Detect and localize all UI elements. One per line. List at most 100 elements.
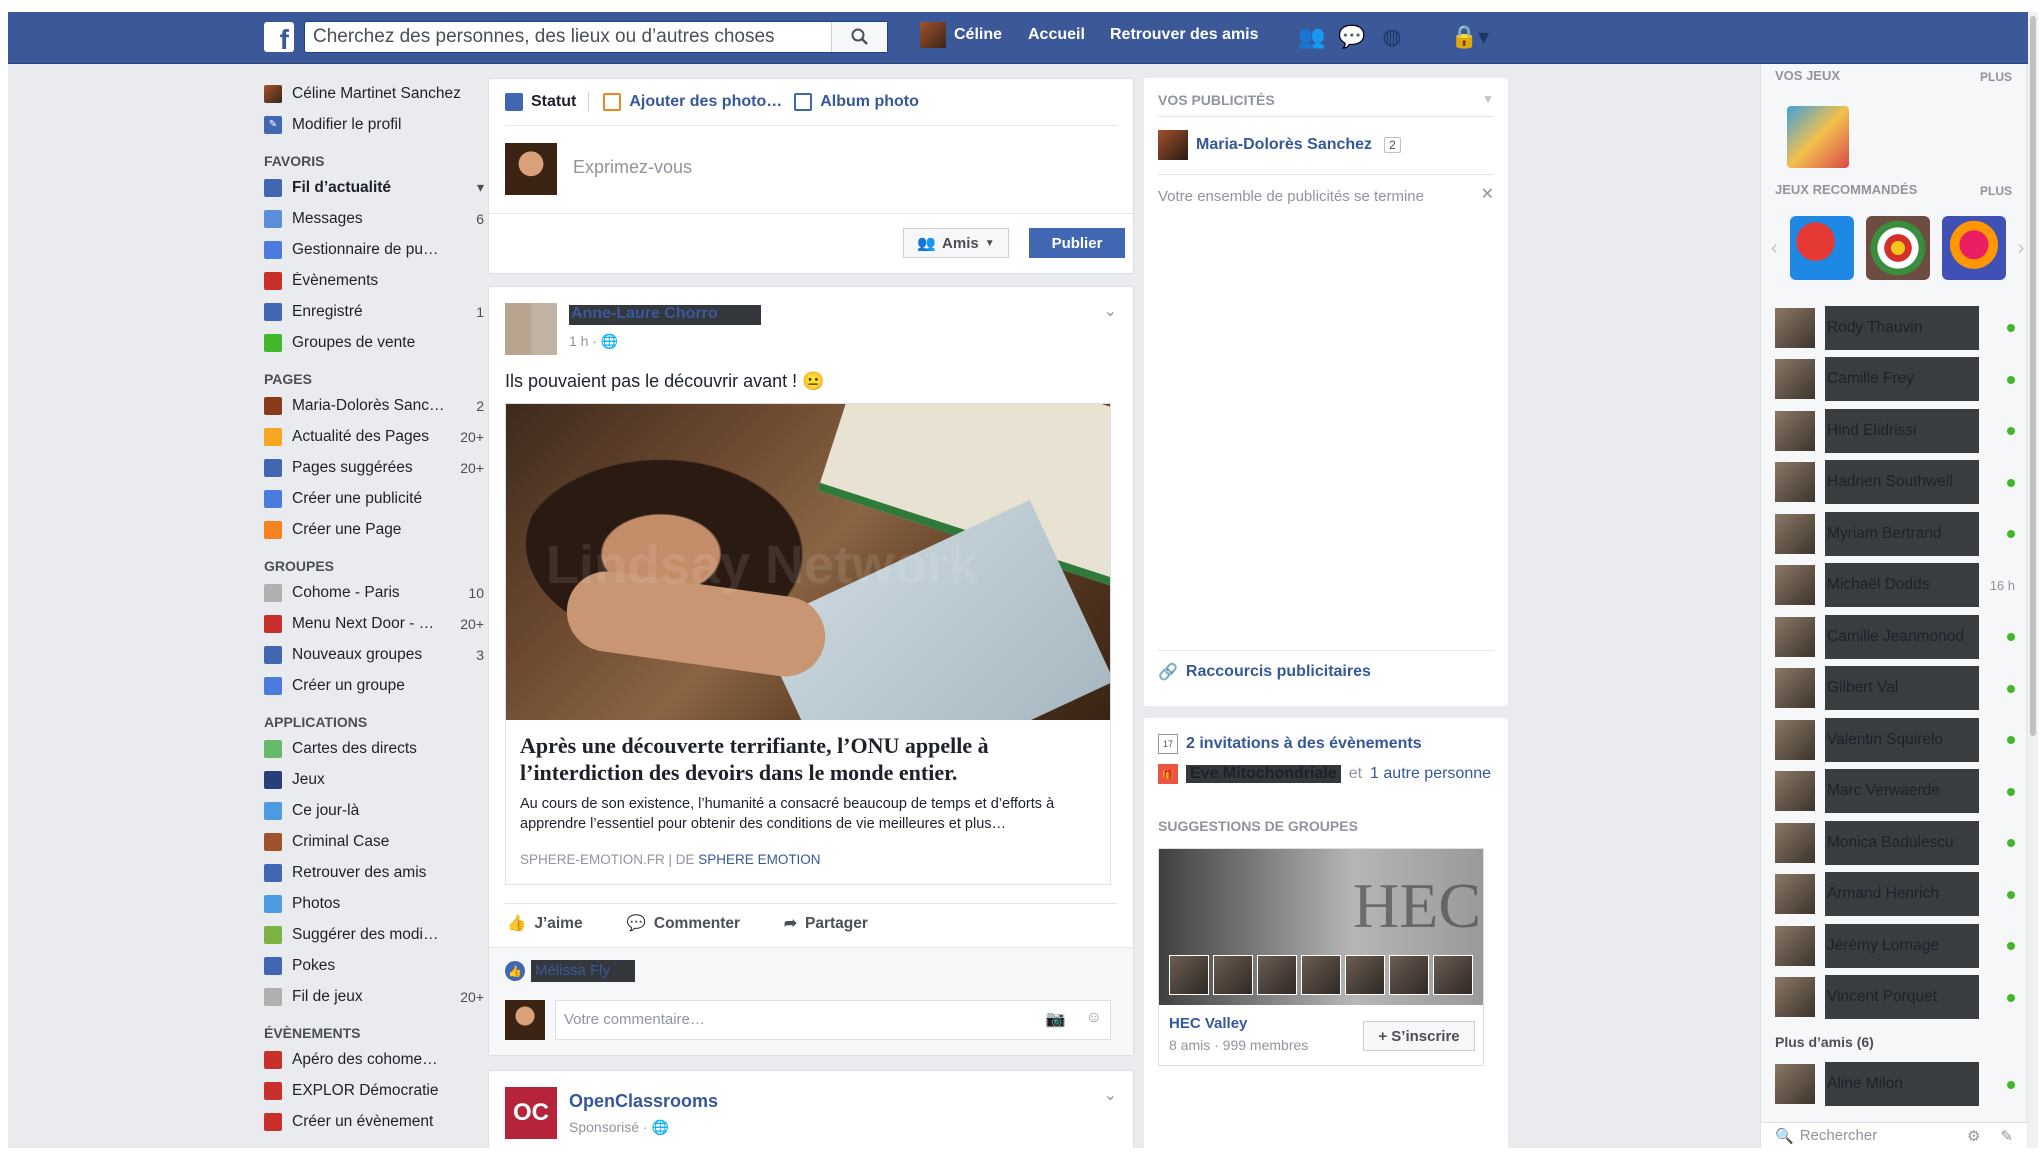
audience-selector[interactable]: 👥 Amis ▼ xyxy=(903,228,1009,258)
sidebar-item[interactable]: Créer un évènement xyxy=(264,1106,484,1137)
other-person-link[interactable]: 1 autre personne xyxy=(1370,765,1491,783)
sidebar-edit-profile[interactable]: ✎ Modifier le profil xyxy=(264,109,484,140)
compose-icon[interactable]: ✎ xyxy=(2000,1127,2013,1145)
more-friends-link[interactable]: Plus d’amis (6) xyxy=(1775,1034,1874,1050)
chat-contact[interactable]: Valentin Squirelo xyxy=(1775,714,2015,766)
sidebar-item[interactable]: Retrouver des amis xyxy=(264,857,484,888)
chat-contact[interactable]: Hind Elidrissi xyxy=(1775,405,2015,457)
sidebar-item[interactable]: Créer un groupe xyxy=(264,670,484,701)
sidebar-item[interactable]: Créer une publicité xyxy=(264,483,484,514)
ads-options-icon[interactable]: ▼ xyxy=(1482,92,1494,106)
comment-input[interactable]: Votre commentaire… 📷 ☺ xyxy=(555,1000,1111,1040)
chat-contact[interactable]: Vincent Porquet xyxy=(1775,972,2015,1024)
post-timestamp[interactable]: 1 h · 🌐 xyxy=(569,333,618,350)
nav-home-link[interactable]: Accueil xyxy=(1028,26,1085,44)
sidebar-item[interactable]: Apéro des cohome… xyxy=(264,1044,484,1075)
sponsored-author[interactable]: OpenClassrooms xyxy=(569,1091,718,1112)
chevron-down-icon[interactable]: ▾ xyxy=(477,179,484,196)
sidebar-section-heading[interactable]: ÉVÈNEMENTS xyxy=(264,1022,484,1044)
chat-contact[interactable]: Monica Badulescu xyxy=(1775,817,2015,869)
birthday-person[interactable]: Eve Mitochondriale xyxy=(1186,765,1341,783)
sidebar-item[interactable]: Pages suggérées 20+ xyxy=(264,452,484,483)
publish-button[interactable]: Publier xyxy=(1029,228,1125,258)
chat-contact[interactable]: Camille Frey xyxy=(1775,354,2015,406)
chat-contact[interactable]: Marc Verwaerde xyxy=(1775,766,2015,818)
scrollbar-thumb[interactable] xyxy=(2030,16,2036,736)
ping-pong-game-icon[interactable] xyxy=(1789,216,1854,280)
link-title[interactable]: Après une découverte terrifiante, l’ONU … xyxy=(520,732,1100,786)
sidebar-section-heading[interactable]: APPLICATIONS xyxy=(264,711,484,733)
sidebar-item[interactable]: Maria-Dolorès Sanc… 2 xyxy=(264,390,484,421)
tab-status[interactable]: Statut xyxy=(505,93,576,111)
emoji-icon[interactable]: ☺ xyxy=(1086,1009,1102,1029)
sidebar-profile[interactable]: Céline Martinet Sanchez xyxy=(264,78,484,109)
share-button[interactable]: ➦ Partager xyxy=(784,914,868,933)
gear-icon[interactable]: ⚙ xyxy=(1967,1127,1980,1145)
facebook-logo-icon[interactable]: f xyxy=(264,22,294,52)
nav-find-friends-link[interactable]: Retrouver des amis xyxy=(1110,26,1259,44)
group-name[interactable]: HEC Valley xyxy=(1169,1015,1247,1032)
sidebar-section-heading[interactable]: GROUPES xyxy=(264,555,484,577)
join-group-button[interactable]: + S’inscrire xyxy=(1363,1021,1475,1051)
chat-contact[interactable]: Myriam Bertrand xyxy=(1775,508,2015,560)
sidebar-item[interactable]: Pokes xyxy=(264,950,484,981)
chat-search[interactable]: 🔍 Rechercher ⚙ ✎ xyxy=(1761,1122,2027,1148)
comment-button[interactable]: 💬 Commenter xyxy=(627,914,740,933)
chat-contact[interactable]: Jérémy Lornage xyxy=(1775,920,2015,972)
sidebar-section-heading[interactable]: PAGES xyxy=(264,368,484,390)
composer-input[interactable]: Exprimez-vous xyxy=(573,157,692,178)
sidebar-item[interactable]: Nouveaux groupes 3 xyxy=(264,639,484,670)
post-options-chevron-icon[interactable]: ⌄ xyxy=(1104,301,1117,321)
post-author-name[interactable]: Anne-Laure Chorro xyxy=(569,305,761,325)
camera-icon[interactable]: 📷 xyxy=(1046,1009,1066,1029)
archery-game-icon[interactable] xyxy=(1865,216,1930,280)
sidebar-item[interactable]: Créer une Page xyxy=(264,514,484,545)
close-icon[interactable]: ✕ xyxy=(1481,184,1494,204)
sidebar-item[interactable]: Suggérer des modi… xyxy=(264,919,484,950)
chevron-left-icon[interactable]: ‹ xyxy=(1771,237,1778,260)
privacy-shortcuts-icon[interactable]: 🔒▾ xyxy=(1450,24,1490,50)
nav-profile-link[interactable]: Céline xyxy=(954,26,1002,44)
post-options-chevron-icon[interactable]: ⌄ xyxy=(1104,1085,1117,1105)
tab-add-photos[interactable]: Ajouter des photo… xyxy=(603,93,782,111)
chat-contact[interactable]: Aline Milon xyxy=(1775,1062,2015,1106)
event-invitations-link[interactable]: 17 2 invitations à des évènements xyxy=(1158,734,1422,754)
group-cover-image[interactable]: HEC xyxy=(1159,849,1483,1005)
sidebar-item[interactable]: EXPLOR Démocratie xyxy=(264,1075,484,1106)
tab-photo-album[interactable]: Album photo xyxy=(794,93,919,111)
search-input[interactable] xyxy=(313,25,823,49)
sidebar-item[interactable]: Ce jour-là xyxy=(264,795,484,826)
liker-name[interactable]: Mélissa Fly xyxy=(531,960,635,982)
sidebar-item[interactable]: Actualité des Pages 20+ xyxy=(264,421,484,452)
chat-contact[interactable]: Michaël Dodds 16 h xyxy=(1775,560,2015,612)
sidebar-item[interactable]: Jeux xyxy=(264,764,484,795)
sidebar-item[interactable]: Cohome - Paris 10 xyxy=(264,577,484,608)
sidebar-item[interactable]: Criminal Case xyxy=(264,826,484,857)
sidebar-item[interactable]: Gestionnaire de pu… xyxy=(264,234,484,265)
sidebar-item[interactable]: Fil de jeux 20+ xyxy=(264,981,484,1012)
page-scrollbar[interactable] xyxy=(2028,12,2038,1148)
chat-contact[interactable]: Hadrien Southwell xyxy=(1775,457,2015,509)
sidebar-item[interactable]: Enregistré 1 xyxy=(264,296,484,327)
post-author-avatar[interactable] xyxy=(505,303,557,355)
candy-game-icon[interactable] xyxy=(1941,216,2006,280)
link-publisher[interactable]: SPHERE EMOTION xyxy=(698,852,820,867)
messages-icon[interactable]: 💬 xyxy=(1338,24,1366,50)
game-icon[interactable] xyxy=(1787,106,1849,168)
sidebar-section-heading[interactable]: FAVORIS xyxy=(264,150,484,172)
chat-contact[interactable]: Camille Jeanmonod xyxy=(1775,611,2015,663)
chevron-right-icon[interactable]: › xyxy=(2018,237,2025,260)
sidebar-item[interactable]: Messages 6 xyxy=(264,203,484,234)
search-button[interactable] xyxy=(831,22,887,52)
sidebar-item[interactable]: Menu Next Door - … 20+ xyxy=(264,608,484,639)
openclassrooms-logo[interactable]: OC xyxy=(505,1087,557,1139)
games-more-link[interactable]: PLUS xyxy=(1980,70,2012,84)
shared-link-card[interactable]: Lindsay Network Après une découverte ter… xyxy=(505,403,1111,885)
like-button[interactable]: 👍 J’aime xyxy=(507,914,583,933)
sidebar-item[interactable]: Fil d’actualité ▾ xyxy=(264,172,484,203)
friend-requests-icon[interactable]: 👥 xyxy=(1298,24,1326,50)
ads-page-link[interactable]: Maria-Dolorès Sanchez 2 xyxy=(1158,130,1401,160)
user-avatar[interactable] xyxy=(920,22,946,48)
sidebar-item[interactable]: Cartes des directs xyxy=(264,733,484,764)
chat-contact[interactable]: Armand Henrich xyxy=(1775,869,2015,921)
